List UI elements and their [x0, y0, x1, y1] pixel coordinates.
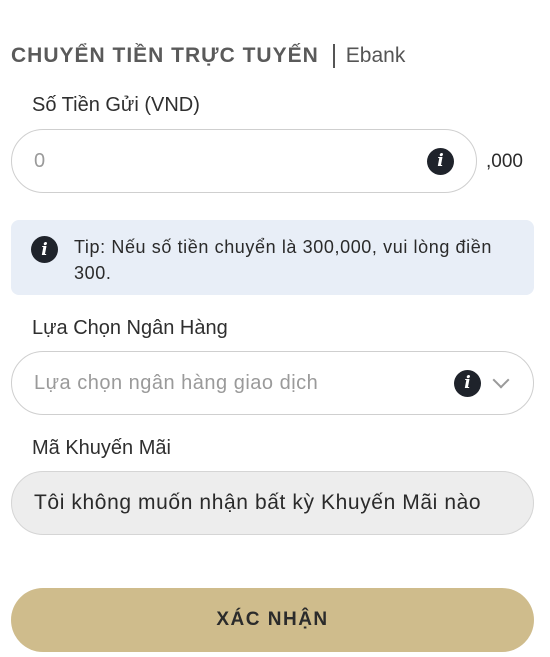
- info-icon[interactable]: i: [427, 147, 454, 175]
- page-header: CHUYỂN TIỀN TRỰC TUYẾN Ebank: [11, 44, 405, 68]
- amount-label: Số Tiền Gửi (VND): [32, 94, 200, 116]
- page-title: CHUYỂN TIỀN TRỰC TUYẾN: [11, 44, 319, 67]
- page-subtitle: Ebank: [345, 44, 406, 67]
- promo-label: Mã Khuyến Mãi: [32, 437, 171, 459]
- bank-label: Lựa Chọn Ngân Hàng: [32, 317, 228, 339]
- info-icon[interactable]: i: [454, 369, 481, 397]
- info-icon: i: [31, 236, 58, 263]
- chevron-down-icon[interactable]: [492, 371, 510, 389]
- amount-input[interactable]: 0 i: [11, 129, 477, 193]
- confirm-button[interactable]: XÁC NHẬN: [11, 588, 534, 652]
- bank-placeholder[interactable]: Lựa chọn ngân hàng giao dịch: [34, 372, 454, 395]
- tip-text: Tip: Nếu số tiền chuyển là 300,000, vui …: [74, 237, 492, 283]
- bank-select[interactable]: Lựa chọn ngân hàng giao dịch i: [11, 351, 534, 415]
- header-divider: [332, 44, 335, 68]
- deposit-form-page: CHUYỂN TIỀN TRỰC TUYẾN Ebank Số Tiền Gửi…: [0, 0, 550, 657]
- promo-value[interactable]: Tôi không muốn nhận bất kỳ Khuyến Mãi nà…: [34, 491, 511, 515]
- tip-box: i Tip: Nếu số tiền chuyển là 300,000, vu…: [11, 220, 534, 295]
- amount-value[interactable]: 0: [34, 150, 427, 173]
- promo-select[interactable]: Tôi không muốn nhận bất kỳ Khuyến Mãi nà…: [11, 471, 534, 535]
- amount-suffix: ,000: [486, 151, 523, 172]
